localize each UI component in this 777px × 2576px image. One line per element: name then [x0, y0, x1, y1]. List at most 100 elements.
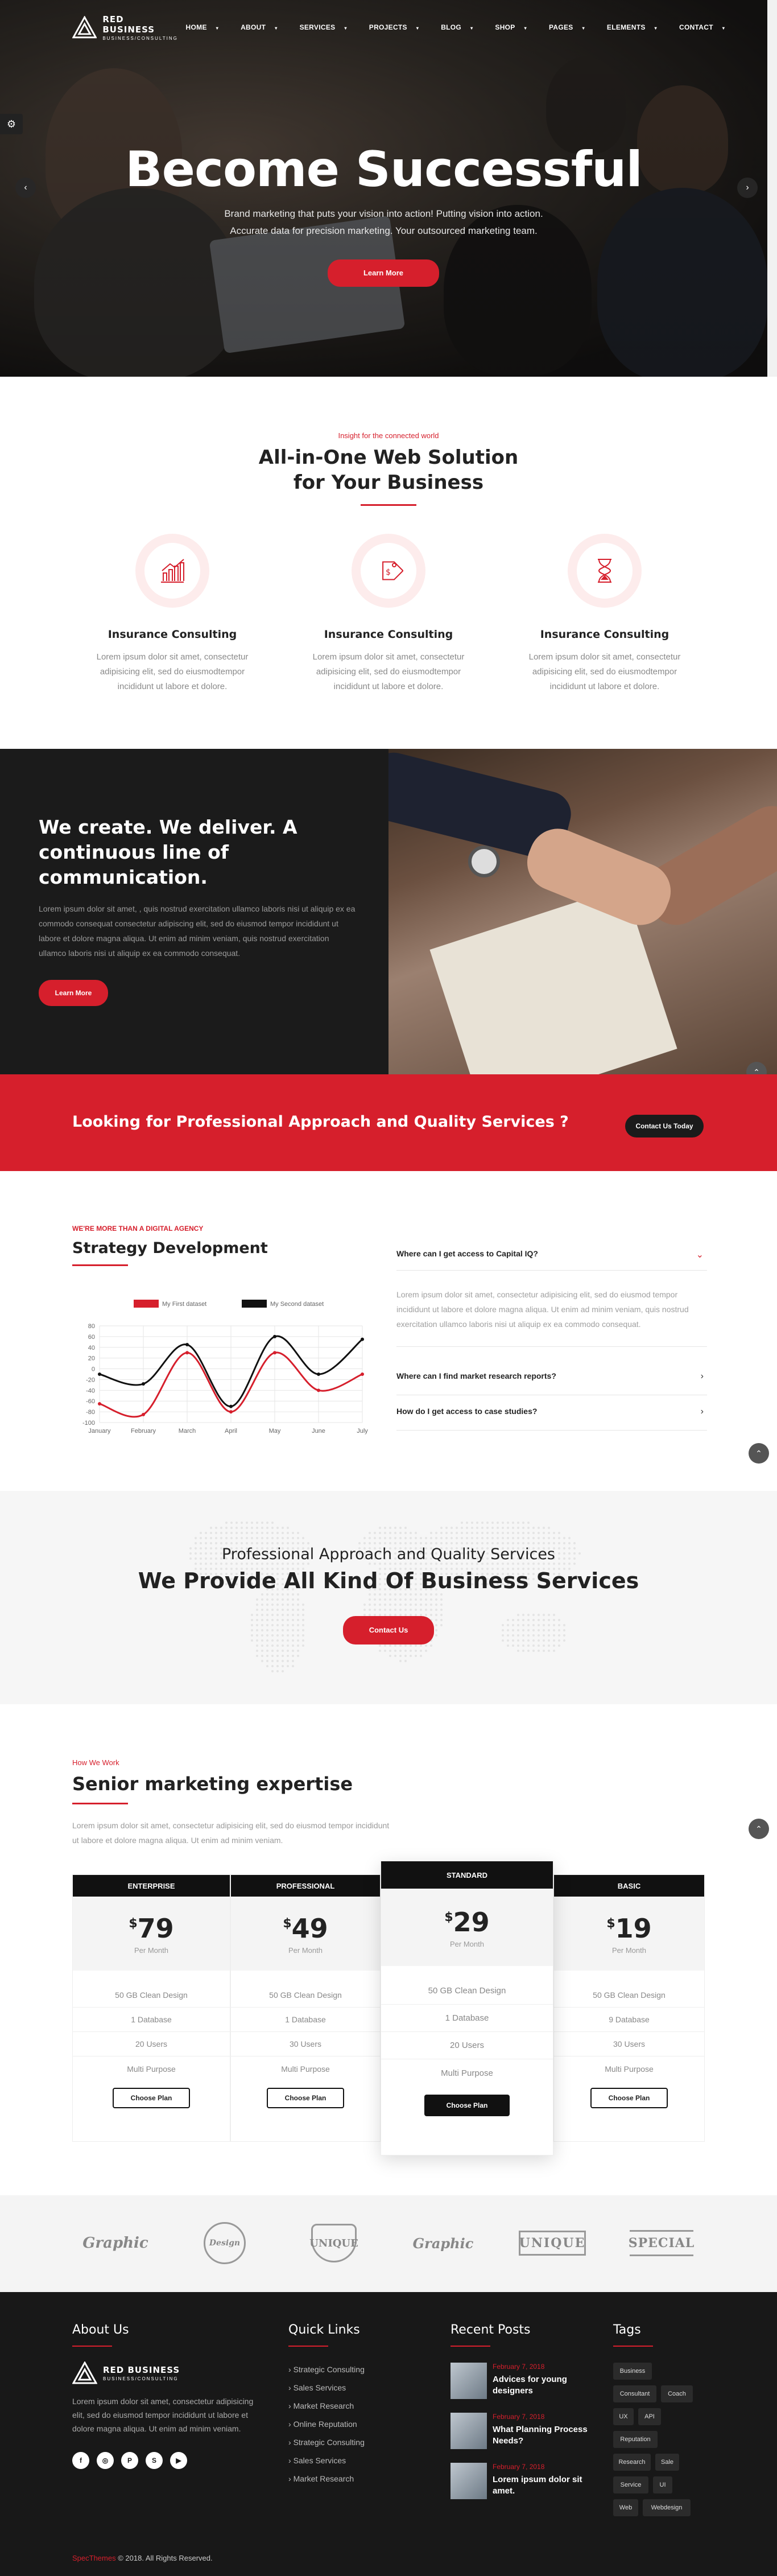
nav-item-shop[interactable]: SHOP ▾ — [487, 23, 542, 31]
footer: About Us RED BUSINESS BUSINESS/CONSULTIN… — [0, 2292, 777, 2576]
strategy-divider — [72, 1264, 128, 1266]
facebook-icon[interactable]: f — [72, 2452, 89, 2469]
nav-item-about[interactable]: ABOUT ▾ — [233, 23, 292, 31]
plan-price: $49 — [283, 1913, 328, 1944]
choose-plan-button[interactable]: Choose Plan — [113, 2088, 190, 2108]
scroll-up-icon[interactable]: ⌃ — [749, 1443, 769, 1464]
chevron-down-icon: ▾ — [524, 26, 527, 31]
footer-link[interactable]: › Market Research — [288, 2474, 354, 2483]
y-tick-label: 40 — [88, 1345, 95, 1351]
nav-item-blog[interactable]: BLOG ▾ — [433, 23, 487, 31]
tag[interactable]: UX — [613, 2408, 634, 2425]
chevron-down-icon: ▾ — [275, 26, 278, 31]
scrollbar-track[interactable] — [767, 0, 777, 377]
pricing-text: Lorem ipsum dolor sit amet, consectetur … — [72, 1821, 390, 1845]
copyright: SpecThemes © 2018. All Rights Reserved. — [72, 2554, 213, 2562]
tag[interactable]: API — [638, 2408, 661, 2425]
plan-feature: 30 Users — [231, 2032, 380, 2056]
nav-item-elements[interactable]: ELEMENTS ▾ — [600, 23, 672, 31]
y-tick-label: -40 — [86, 1387, 95, 1394]
plan-name: STANDARD — [381, 1861, 553, 1889]
plan-period: Per Month — [134, 1946, 168, 1955]
plan-feature: 1 Database — [381, 2005, 553, 2032]
accordion-item[interactable]: Where can I get access to Capital IQ? ⌄ — [396, 1249, 707, 1271]
plan-feature: 9 Database — [554, 2008, 704, 2032]
footer-link[interactable]: › Strategic Consulting — [288, 2438, 365, 2447]
tag[interactable]: Service — [613, 2476, 648, 2493]
footer-link[interactable]: › Strategic Consulting — [288, 2365, 365, 2374]
post-date: February 7, 2018 — [493, 2363, 545, 2371]
recent-post[interactable]: February 7, 2018 Advices for young desig… — [451, 2363, 598, 2408]
footer-brand-logo[interactable]: RED BUSINESS BUSINESS/CONSULTING — [72, 2361, 180, 2384]
post-title: Advices for young designers — [493, 2375, 567, 2396]
choose-plan-button[interactable]: Choose Plan — [590, 2088, 668, 2108]
tag[interactable]: Reputation — [613, 2431, 658, 2448]
legend-swatch — [134, 1300, 159, 1308]
pinterest-icon[interactable]: P — [121, 2452, 138, 2469]
copyright-brand-link[interactable]: SpecThemes — [72, 2554, 116, 2562]
slider-next-icon[interactable]: › — [737, 178, 758, 198]
skype-icon[interactable]: S — [146, 2452, 163, 2469]
create-learn-more-button[interactable]: Learn More — [39, 980, 108, 1006]
footer-brand-name: RED BUSINESS — [103, 2364, 180, 2375]
plan-feature: 1 Database — [73, 2008, 230, 2032]
footer-link[interactable]: › Sales Services — [288, 2456, 346, 2465]
youtube-icon[interactable]: ▶ — [170, 2452, 187, 2469]
nav-item-services[interactable]: SERVICES ▾ — [292, 23, 362, 31]
tag[interactable]: UI — [653, 2476, 672, 2493]
choose-plan-button[interactable]: Choose Plan — [424, 2095, 510, 2116]
contact-us-today-button[interactable]: Contact Us Today — [625, 1115, 704, 1137]
feature-text: Lorem ipsum dolor sit amet, consectetur … — [528, 652, 681, 691]
data-point — [142, 1412, 145, 1416]
plan-feature: 30 Users — [554, 2032, 704, 2056]
recent-post[interactable]: February 7, 2018 What Planning Process N… — [451, 2413, 598, 2458]
footer-link[interactable]: › Market Research — [288, 2401, 354, 2410]
nav-item-projects[interactable]: PROJECTS ▾ — [362, 23, 433, 31]
scroll-up-icon[interactable]: ⌃ — [749, 1819, 769, 1839]
chevron-right-icon: › — [700, 1371, 704, 1381]
plan-feature: Multi Purpose — [127, 2064, 176, 2074]
hero-section: RED BUSINESS BUSINESS/CONSULTING HOME ▾ A… — [0, 0, 767, 377]
data-point — [142, 1382, 145, 1386]
svg-text:$: $ — [386, 568, 391, 577]
contact-us-button[interactable]: Contact Us — [343, 1616, 434, 1644]
plan-feature: Multi Purpose — [281, 2064, 330, 2074]
brand-tagline: BUSINESS/CONSULTING — [102, 35, 178, 41]
tag[interactable]: Consultant — [613, 2385, 656, 2402]
plan-feature: Multi Purpose — [441, 2068, 493, 2078]
tag[interactable]: Coach — [661, 2385, 693, 2402]
recent-post[interactable]: February 7, 2018 Lorem ipsum dolor sit a… — [451, 2463, 598, 2508]
footer-link[interactable]: › Sales Services — [288, 2383, 346, 2392]
tag[interactable]: Web — [613, 2499, 638, 2516]
accordion-item[interactable]: How do I get access to case studies? › — [396, 1407, 707, 1431]
footer-link[interactable]: › Online Reputation — [288, 2420, 357, 2429]
brand-logo[interactable]: RED BUSINESS BUSINESS/CONSULTING — [72, 14, 179, 41]
hourglass-icon — [577, 543, 633, 599]
tag[interactable]: Research — [613, 2454, 651, 2471]
choose-plan-button[interactable]: Choose Plan — [267, 2088, 344, 2108]
feature-title: Insurance Consulting — [108, 628, 237, 641]
hero-learn-more-button[interactable]: Learn More — [328, 259, 439, 287]
accordion-item[interactable]: Where can I find market research reports… — [396, 1371, 707, 1395]
brand-logo-unique-2: UNIQUE — [515, 2220, 589, 2266]
x-tick-label: July — [357, 1428, 368, 1435]
nav-item-contact[interactable]: CONTACT ▾ — [672, 23, 739, 31]
world-map-dots — [189, 1522, 581, 1672]
footer-brand-tagline: BUSINESS/CONSULTING — [103, 2376, 179, 2381]
x-tick-label: June — [312, 1428, 325, 1435]
nav-item-home[interactable]: HOME ▾ — [179, 23, 234, 31]
slider-prev-icon[interactable]: ‹ — [15, 178, 36, 198]
plan-feature: 50 GB Clean Design — [231, 1983, 380, 2008]
data-point — [229, 1404, 233, 1408]
tag[interactable]: Sale — [655, 2454, 679, 2471]
data-point — [229, 1410, 233, 1414]
nav-item-pages[interactable]: PAGES ▾ — [542, 23, 600, 31]
accordion-question: How do I get access to case studies? — [396, 1407, 538, 1416]
y-tick-label: 0 — [92, 1366, 95, 1373]
tag[interactable]: Webdesign — [643, 2499, 691, 2516]
tag[interactable]: Business — [613, 2363, 652, 2380]
y-tick-label: 20 — [88, 1355, 95, 1362]
instagram-icon[interactable]: ◎ — [97, 2452, 114, 2469]
footer-divider — [72, 2346, 112, 2347]
settings-gear-icon[interactable]: ⚙ — [0, 114, 23, 134]
